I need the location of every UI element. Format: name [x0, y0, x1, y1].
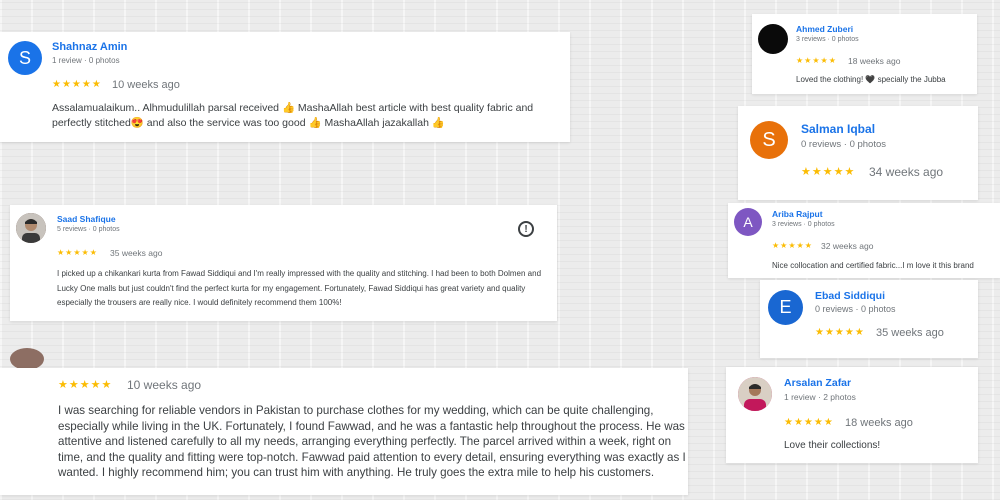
review-time: 10 weeks ago: [112, 79, 180, 91]
rating-stars: ★★★★★: [801, 166, 856, 178]
reviewer-name[interactable]: Ariba Rajput: [772, 209, 823, 219]
reviewer-name[interactable]: Salman Iqbal: [801, 122, 875, 136]
review-card-shahnaz-amin: S Shahnaz Amin 1 review · 0 photos ★★★★★…: [0, 32, 570, 142]
avatar[interactable]: A: [734, 208, 762, 236]
reviewer-meta: 3 reviews · 0 photos: [772, 221, 835, 228]
person-photo-icon: [16, 213, 46, 243]
reviewer-meta: 3 reviews · 0 photos: [796, 36, 859, 43]
review-time: 32 weeks ago: [821, 241, 874, 251]
person-photo-icon: [738, 377, 772, 411]
avatar[interactable]: [16, 213, 46, 243]
review-time: 10 weeks ago: [127, 378, 202, 392]
review-time: 34 weeks ago: [869, 165, 944, 179]
review-time: 35 weeks ago: [876, 327, 944, 339]
avatar[interactable]: E: [768, 290, 803, 325]
flag-report-icon[interactable]: !: [518, 221, 534, 237]
review-card-saad-shafique: Saad Shafique 5 reviews · 0 photos ! ★★★…: [10, 205, 557, 321]
rating-stars: ★★★★★: [52, 79, 102, 90]
review-card-ebad-siddiqui: E Ebad Siddiqui 0 reviews · 0 photos ★★★…: [760, 280, 978, 358]
rating-stars: ★★★★★: [796, 56, 837, 65]
rating-stars: ★★★★★: [57, 248, 98, 257]
review-time: 18 weeks ago: [845, 417, 913, 429]
reviewer-name[interactable]: Shahnaz Amin: [52, 41, 127, 53]
review-text: I picked up a chikankari kurta from Fawa…: [57, 269, 542, 307]
avatar[interactable]: S: [750, 121, 788, 159]
review-card-ahmed-zuberi: Ahmed Zuberi 3 reviews · 0 photos ★★★★★ …: [752, 14, 977, 94]
avatar[interactable]: S: [8, 41, 42, 75]
review-text: Love their collections!: [784, 440, 881, 451]
review-card-arsalan-zafar: Arsalan Zafar 1 review · 2 photos ★★★★★ …: [726, 367, 978, 463]
rating-stars: ★★★★★: [784, 417, 834, 428]
reviewer-meta: 5 reviews · 0 photos: [57, 226, 120, 233]
review-card-ariba-rajput: A Ariba Rajput 3 reviews · 0 photos ★★★★…: [728, 203, 1000, 278]
review-text: Nice collocation and certified fabric...…: [772, 261, 974, 270]
rating-stars: ★★★★★: [815, 327, 865, 338]
reviewer-meta: 1 review · 0 photos: [52, 56, 120, 65]
review-time: 35 weeks ago: [110, 248, 163, 258]
review-text: Loved the clothing! 🖤 specially the Jubb…: [796, 75, 946, 84]
rating-stars: ★★★★★: [58, 379, 113, 391]
review-card-salman-iqbal: S Salman Iqbal 0 reviews · 0 photos ★★★★…: [738, 106, 978, 200]
review-time: 18 weeks ago: [848, 56, 901, 66]
reviewer-meta: 1 review · 2 photos: [784, 392, 856, 402]
review-text: Assalamualaikum.. Alhmudulillah parsal r…: [52, 102, 534, 129]
reviewer-name[interactable]: Ebad Siddiqui: [815, 290, 885, 302]
review-card-wedding: ★★★★★ 10 weeks ago I was searching for r…: [0, 368, 688, 495]
review-text: I was searching for reliable vendors in …: [58, 404, 686, 479]
reviewer-name[interactable]: Arsalan Zafar: [784, 377, 851, 389]
reviewer-name[interactable]: Ahmed Zuberi: [796, 24, 853, 34]
avatar[interactable]: [738, 377, 772, 411]
avatar[interactable]: [10, 348, 44, 370]
reviewer-meta: 0 reviews · 0 photos: [801, 139, 887, 150]
rating-stars: ★★★★★: [772, 241, 813, 250]
avatar[interactable]: [758, 24, 788, 54]
reviewer-meta: 0 reviews · 0 photos: [815, 304, 896, 314]
reviewer-name[interactable]: Saad Shafique: [57, 214, 116, 224]
